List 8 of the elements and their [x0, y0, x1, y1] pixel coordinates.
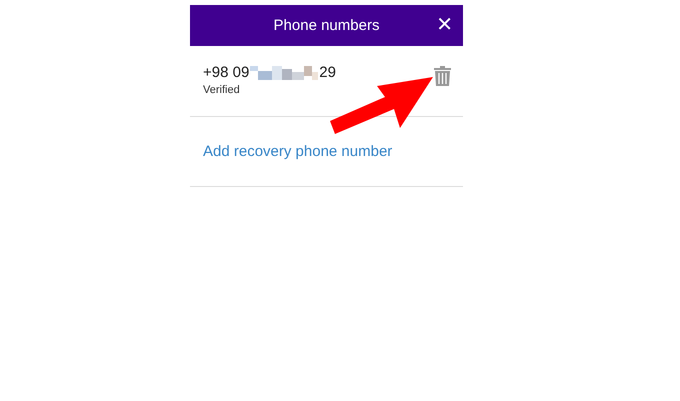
add-phone-link[interactable]: Add recovery phone number: [203, 143, 392, 160]
close-button[interactable]: ✕: [434, 12, 455, 36]
verified-status: Verified: [203, 84, 241, 96]
dialog-title: Phone numbers: [274, 17, 380, 34]
phone-number-prefix: +98 09: [203, 64, 250, 81]
redacted-digits-drawing: [250, 66, 318, 80]
phone-number-suffix: 29: [319, 64, 336, 81]
delete-button[interactable]: [434, 66, 451, 89]
